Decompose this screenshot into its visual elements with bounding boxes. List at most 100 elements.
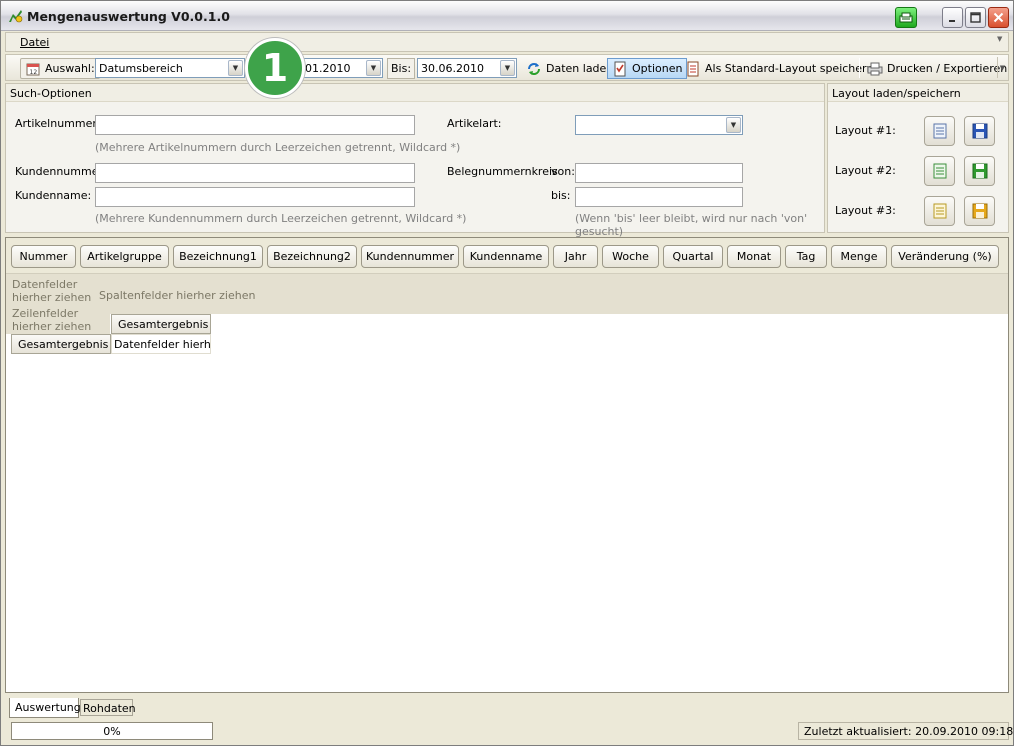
maximize-icon: [970, 12, 981, 23]
column-fields-drop-zone[interactable]: Spaltenfelder hierher ziehen: [99, 289, 255, 302]
search-options-panel: Such-Optionen Artikelnummer: (Mehrere Ar…: [5, 83, 825, 238]
pivot-grid: Nummer Artikelgruppe Bezeichnung1 Bezeic…: [5, 237, 1009, 693]
auswahl-select[interactable]: Datumsbereich ▼: [95, 58, 245, 78]
document-icon: [933, 123, 946, 139]
drucken-exportieren-button[interactable]: Drucken / Exportieren: [863, 58, 1011, 79]
layout-panel-title: Layout laden/speichern: [828, 84, 1008, 102]
row-grand-total[interactable]: Gesamtergebnis: [11, 334, 111, 354]
field-kundenname[interactable]: Kundenname: [463, 245, 549, 268]
field-kundennummer[interactable]: Kundennummer: [361, 245, 459, 268]
bis-date-picker[interactable]: 30.06.2010 ▼: [417, 58, 517, 78]
maximize-button[interactable]: [965, 7, 986, 28]
tab-rohdaten[interactable]: Rohdaten: [80, 699, 136, 716]
field-bezeichnung2[interactable]: Bezeichnung2: [267, 245, 357, 268]
optionen-button[interactable]: Optionen: [607, 58, 688, 79]
document-icon: [933, 203, 946, 219]
layout-3-label: Layout #3:: [835, 204, 896, 217]
auswahl-value: Datumsbereich: [99, 61, 183, 75]
toolbar-overflow-button[interactable]: ▼: [997, 57, 1007, 78]
field-tag[interactable]: Tag: [785, 245, 827, 268]
bis-label: Bis:: [387, 58, 416, 79]
menu-overflow-button[interactable]: ▼: [997, 35, 1007, 50]
calendar-icon: 12: [26, 63, 40, 76]
chevron-down-icon[interactable]: ▼: [228, 60, 243, 76]
auswahl-button[interactable]: 12 Auswahl:: [20, 58, 100, 79]
kundennummer-label: Kundennummer:: [15, 165, 107, 178]
row-fields-drop-zone[interactable]: Zeilenfelder hierher ziehen: [12, 307, 112, 333]
document-icon: [933, 163, 946, 179]
belegnummernkreis-label: Belegnummernkreis: [447, 165, 558, 178]
checklist-icon: [614, 61, 626, 76]
von-date-picker[interactable]: 01.2010 ▼: [297, 58, 383, 78]
tab-auswertung[interactable]: Auswertung: [9, 698, 81, 718]
daten-laden-button[interactable]: Daten laden: [522, 58, 617, 79]
kundenname-input[interactable]: [95, 187, 415, 207]
field-artikelgruppe[interactable]: Artikelgruppe: [80, 245, 169, 268]
close-button[interactable]: [988, 7, 1009, 28]
kundennummer-input[interactable]: [95, 163, 415, 183]
pivot-drop-area: Datenfelder hierher ziehen Spaltenfelder…: [6, 274, 1008, 314]
field-veraenderung[interactable]: Veränderung (%): [891, 245, 999, 268]
artikelart-label: Artikelart:: [447, 117, 502, 130]
minimize-icon: [948, 19, 955, 22]
bis-date-value: 30.06.2010: [421, 61, 484, 75]
chevron-down-icon[interactable]: ▼: [726, 117, 741, 133]
load-layout-1-button[interactable]: [924, 116, 955, 146]
menu-bar: Datei ▼: [5, 32, 1009, 52]
chevron-down-icon[interactable]: ▼: [500, 60, 515, 76]
toolbar: 12 Auswahl: Datumsbereich ▼ 01.2010 ▼ Bi…: [5, 54, 1009, 81]
field-monat[interactable]: Monat: [727, 245, 781, 268]
chevron-down-icon[interactable]: ▼: [366, 60, 381, 76]
field-nummer[interactable]: Nummer: [11, 245, 76, 268]
data-fields-drop-zone[interactable]: Datenfelder hierher ziehen: [12, 278, 112, 304]
save-layout-3-button[interactable]: [964, 196, 995, 226]
data-cell-placeholder: Datenfelder hierher: [111, 334, 211, 354]
field-menge[interactable]: Menge: [831, 245, 887, 268]
optionen-label: Optionen: [632, 62, 683, 75]
menu-datei[interactable]: Datei: [20, 36, 49, 49]
field-quartal[interactable]: Quartal: [663, 245, 723, 268]
save-layout-1-button[interactable]: [964, 116, 995, 146]
floppy-disk-icon: [972, 163, 987, 179]
last-updated-text: Zuletzt aktualisiert: 20.09.2010 09:18:0…: [798, 722, 1014, 740]
daten-laden-label: Daten laden: [546, 62, 614, 75]
printer-icon: [867, 62, 883, 75]
kundenname-label: Kundenname:: [15, 189, 92, 202]
load-layout-2-button[interactable]: [924, 156, 955, 186]
load-layout-3-button[interactable]: [924, 196, 955, 226]
close-icon: [993, 12, 1004, 23]
app-window: Mengenauswertung V0.0.1.0 Datei ▼ 12 Aus…: [0, 0, 1014, 746]
field-woche[interactable]: Woche: [602, 245, 659, 268]
beleg-von-input[interactable]: [575, 163, 743, 183]
layout-2-label: Layout #2:: [835, 164, 896, 177]
field-jahr[interactable]: Jahr: [553, 245, 598, 268]
beleg-hint: (Wenn 'bis' leer bleibt, wird nur nach '…: [575, 212, 808, 238]
artikelnummer-hint: (Mehrere Artikelnummern durch Leerzeiche…: [95, 141, 461, 154]
save-layout-2-button[interactable]: [964, 156, 995, 186]
field-bezeichnung1[interactable]: Bezeichnung1: [173, 245, 263, 268]
floppy-disk-icon: [972, 203, 987, 219]
artikelnummer-label: Artikelnummer:: [15, 117, 101, 130]
progress-bar: 0%: [11, 722, 213, 740]
layout-panel: Layout laden/speichern Layout #1: Layout…: [827, 83, 1009, 233]
bis-label-text: Bis:: [391, 62, 412, 75]
beleg-von-label: von:: [551, 165, 575, 178]
standard-layout-button[interactable]: Als Standard-Layout speichern: [681, 58, 877, 79]
artikelart-select[interactable]: ▼: [575, 115, 743, 135]
layout-1-label: Layout #1:: [835, 124, 896, 137]
artikelnummer-input[interactable]: [95, 115, 415, 135]
svg-text:12: 12: [30, 69, 38, 76]
standard-layout-label: Als Standard-Layout speichern: [705, 62, 874, 75]
floppy-disk-icon: [972, 123, 987, 139]
app-icon: [9, 10, 23, 23]
title-bar[interactable]: Mengenauswertung V0.0.1.0: [1, 1, 1013, 31]
minimize-button[interactable]: [942, 7, 963, 28]
beleg-bis-input[interactable]: [575, 187, 743, 207]
von-date-value: 01.2010: [305, 61, 351, 75]
printer-icon[interactable]: [895, 7, 917, 28]
pivot-field-bar: Nummer Artikelgruppe Bezeichnung1 Bezeic…: [6, 238, 1008, 274]
search-options-title: Such-Optionen: [6, 84, 824, 102]
column-grand-total[interactable]: Gesamtergebnis: [111, 314, 211, 334]
step-badge: 1: [245, 38, 305, 98]
auswahl-label: Auswahl:: [45, 62, 95, 75]
